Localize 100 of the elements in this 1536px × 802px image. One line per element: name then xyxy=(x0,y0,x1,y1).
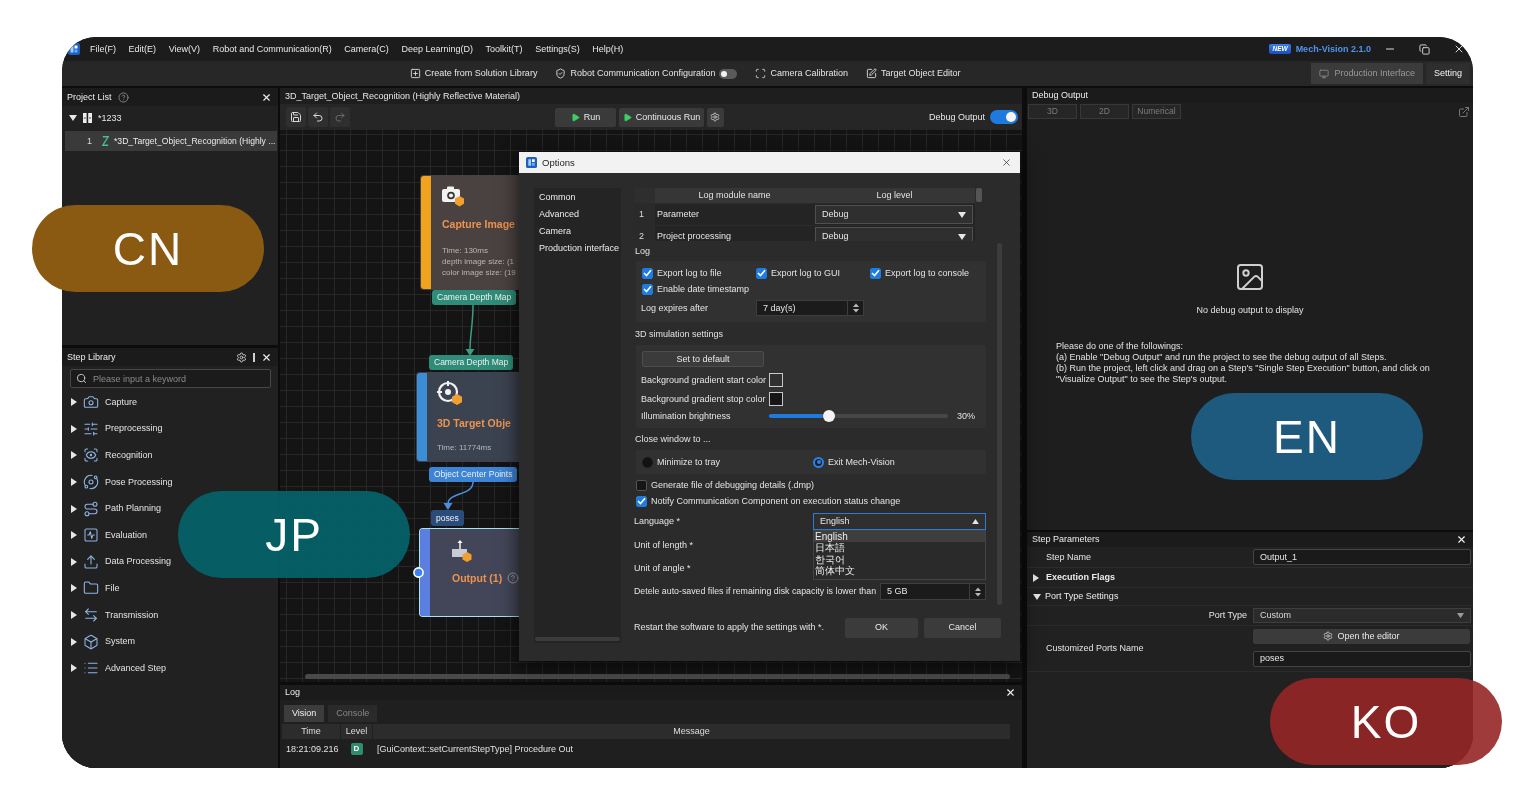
caret-icon[interactable] xyxy=(71,504,77,513)
run-button[interactable]: Run xyxy=(555,107,616,127)
settings-button[interactable] xyxy=(707,107,724,127)
toggle-switch[interactable] xyxy=(719,68,738,79)
restore-icon[interactable] xyxy=(1419,43,1430,55)
menu-item[interactable]: Settings(S) xyxy=(535,43,580,55)
spin-arrows-icon[interactable] xyxy=(974,586,981,597)
radio-button[interactable] xyxy=(642,456,653,468)
popout-icon[interactable] xyxy=(1458,105,1470,118)
caret-icon[interactable] xyxy=(71,478,77,487)
help-icon[interactable] xyxy=(507,572,519,584)
color-swatch-icon[interactable] xyxy=(769,373,783,387)
caret-icon[interactable] xyxy=(69,115,77,121)
reset-button[interactable]: Set to default xyxy=(642,351,764,367)
input-port[interactable]: poses xyxy=(431,510,464,526)
toolbar-button[interactable]: Camera Calibration xyxy=(755,66,848,81)
log-tab[interactable]: Console xyxy=(328,705,378,722)
log-level-dropdown[interactable]: Debug xyxy=(815,205,973,224)
section-header[interactable]: Execution Flags xyxy=(1046,572,1116,583)
category-item[interactable]: File xyxy=(62,575,120,602)
step-node[interactable]: 3D Target Obje Time: 11774ms xyxy=(416,372,519,462)
toggle-switch[interactable] xyxy=(990,110,1018,124)
caret-icon[interactable] xyxy=(71,424,77,433)
text-field[interactable]: Output_1 xyxy=(1253,549,1471,565)
number-field[interactable]: 7 day(s) xyxy=(756,300,864,316)
nav-item[interactable]: Advanced xyxy=(539,205,621,223)
dropdown-option[interactable]: 한국어 xyxy=(814,553,985,566)
spin-arrows-icon[interactable] xyxy=(852,303,859,313)
category-item[interactable]: Path Planning xyxy=(62,495,162,522)
close-icon[interactable] xyxy=(1456,534,1467,545)
dropdown-option[interactable]: 日本語 xyxy=(814,542,985,554)
settings-icon[interactable] xyxy=(236,351,247,363)
radio-button[interactable] xyxy=(813,456,824,468)
undo-button[interactable] xyxy=(308,107,328,127)
caret-icon[interactable] xyxy=(71,531,77,540)
port-dot-icon[interactable] xyxy=(413,567,424,578)
caret-icon[interactable] xyxy=(71,398,77,407)
project-name[interactable]: *1233 xyxy=(98,112,122,124)
port-type-dropdown[interactable]: Custom xyxy=(1253,608,1471,623)
toolbar-button[interactable]: Create from Solution Library xyxy=(409,66,538,81)
caret-icon[interactable] xyxy=(71,451,77,460)
caret-icon[interactable] xyxy=(1033,573,1039,582)
log-tab[interactable]: Vision xyxy=(284,705,325,722)
caret-icon[interactable] xyxy=(71,664,77,673)
menu-item[interactable]: Edit(E) xyxy=(128,43,157,55)
toolbar-button[interactable]: Target Object Editor xyxy=(866,66,961,81)
checkbox[interactable] xyxy=(756,267,767,279)
category-item[interactable]: Capture xyxy=(62,389,138,416)
caret-icon[interactable] xyxy=(71,637,77,646)
category-item[interactable]: System xyxy=(62,628,135,655)
log-level-dropdown[interactable]: Debug xyxy=(815,227,973,241)
category-item[interactable]: Advanced Step xyxy=(62,654,167,682)
close-icon[interactable] xyxy=(261,91,272,103)
save-button[interactable] xyxy=(286,107,306,127)
checkbox[interactable] xyxy=(636,479,647,491)
step-node[interactable]: Capture Image Time: 130ms depth image size: (1 color image size: (19 xyxy=(420,175,519,290)
project-tree-item[interactable]: 1 *3D_Target_Object_Recognition (Highly ... xyxy=(65,131,277,151)
category-item[interactable]: Transmission xyxy=(62,601,159,629)
menu-item[interactable]: Help(H) xyxy=(592,43,624,55)
caret-icon[interactable] xyxy=(1033,593,1041,600)
menu-item[interactable]: Toolkit(T) xyxy=(485,43,523,55)
nav-item[interactable]: Camera xyxy=(539,222,621,240)
caret-icon[interactable] xyxy=(71,557,77,566)
step-node[interactable]: Output (1) xyxy=(419,528,519,617)
nav-item[interactable]: Production interface xyxy=(539,239,621,257)
view-tab[interactable]: Setting xyxy=(1425,63,1470,84)
output-port[interactable]: Camera Depth Map xyxy=(432,290,517,305)
checkbox[interactable] xyxy=(870,267,881,279)
language-dropdown[interactable]: English xyxy=(813,513,986,530)
close-icon[interactable] xyxy=(261,351,272,363)
caret-icon[interactable] xyxy=(71,611,77,620)
category-item[interactable]: Preprocessing xyxy=(62,415,163,443)
dialog-button[interactable]: Cancel xyxy=(924,617,1001,638)
toolbar-button[interactable]: Robot Communication Configuration xyxy=(555,66,716,81)
search-field[interactable]: Please input a keyword xyxy=(70,369,271,388)
view-tab[interactable]: Production Interface xyxy=(1311,63,1423,84)
dialog-button[interactable]: OK xyxy=(845,617,918,638)
menu-item[interactable]: Deep Learning(D) xyxy=(401,43,473,55)
dropdown-option[interactable]: 简体中文 xyxy=(814,565,985,577)
continuous-run-button[interactable]: Continuous Run xyxy=(619,107,704,127)
caret-icon[interactable] xyxy=(71,584,77,593)
vertical-scrollbar[interactable] xyxy=(976,188,982,202)
dropdown-option[interactable]: English xyxy=(814,531,985,543)
slider-handle[interactable] xyxy=(822,410,835,422)
section-header[interactable]: Port Type Settings xyxy=(1045,591,1119,602)
help-icon[interactable] xyxy=(117,91,129,103)
category-item[interactable]: Data Processing xyxy=(62,548,172,576)
checkbox[interactable] xyxy=(642,267,653,279)
text-field[interactable]: poses xyxy=(1253,650,1471,667)
menu-item[interactable]: Robot and Communication(R) xyxy=(212,43,332,55)
menu-item[interactable]: Camera(C) xyxy=(344,43,389,55)
checkbox[interactable] xyxy=(642,283,653,295)
category-item[interactable]: Pose Processing xyxy=(62,468,173,496)
menu-item[interactable]: View(V) xyxy=(168,43,201,55)
checkbox[interactable] xyxy=(636,495,647,507)
number-field[interactable]: 5 GB xyxy=(880,583,986,600)
close-icon[interactable] xyxy=(1453,43,1465,55)
close-icon[interactable] xyxy=(1005,687,1016,698)
horizontal-scrollbar[interactable] xyxy=(305,674,1010,679)
category-item[interactable]: Recognition xyxy=(62,442,153,469)
